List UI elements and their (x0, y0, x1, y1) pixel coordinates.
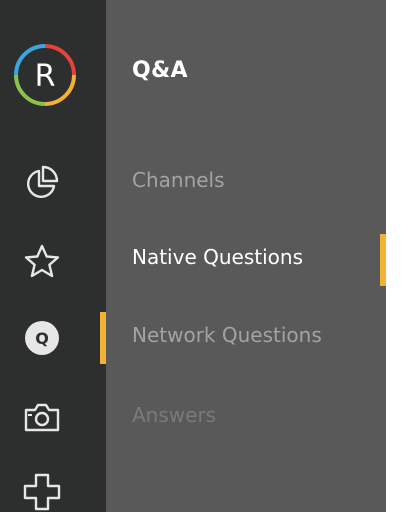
menu-item-answers[interactable]: Answers (132, 403, 216, 427)
rail-item-favorites[interactable] (20, 242, 64, 282)
rail-item-media[interactable] (20, 398, 64, 438)
logo-letter: R (35, 59, 56, 94)
menu-item-network-questions[interactable]: Network Questions (132, 323, 322, 347)
rail-item-analytics[interactable] (20, 162, 64, 202)
menu-item-native-questions[interactable]: Native Questions (132, 245, 303, 269)
pie-chart-icon (26, 165, 59, 199)
brand-logo[interactable]: R (12, 42, 78, 108)
rail-item-qa[interactable]: Q (20, 318, 64, 358)
star-icon (24, 244, 60, 278)
plus-icon (23, 473, 61, 511)
panel-title: Q&A (132, 58, 188, 83)
icon-rail: R Q (0, 0, 106, 512)
menu-item-channels[interactable]: Channels (132, 168, 225, 192)
rail-item-add[interactable] (20, 472, 64, 512)
q-badge-icon: Q (25, 321, 59, 355)
camera-icon (24, 403, 60, 432)
q-badge-label: Q (35, 329, 49, 348)
content-area (386, 0, 412, 512)
app-window: R Q Q&A Channels Native Questions Networ… (0, 0, 412, 512)
